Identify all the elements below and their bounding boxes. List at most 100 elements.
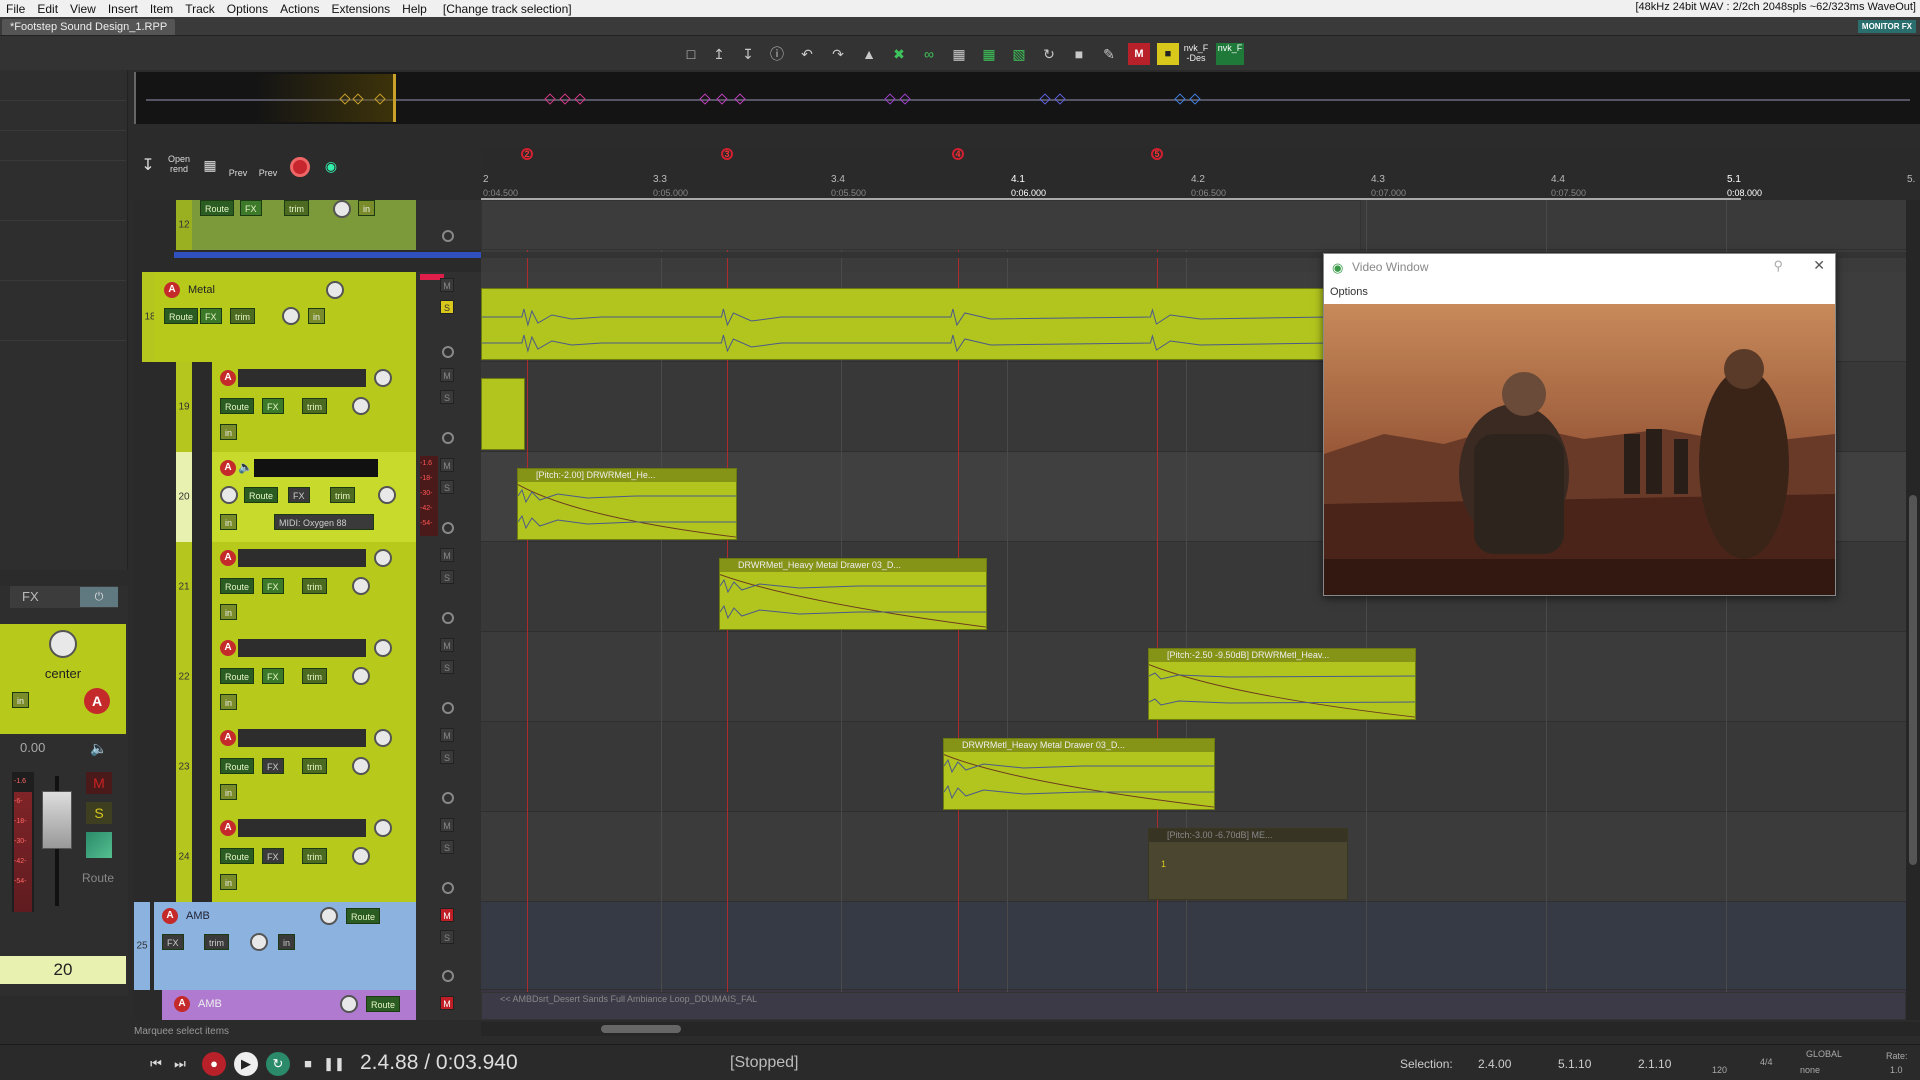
volume-knob[interactable] [374,819,392,837]
fx-button[interactable]: FX [262,398,284,414]
fx-button[interactable]: FX [262,668,284,684]
midi-input-select[interactable]: MIDI: Oxygen 88 [274,514,374,530]
item-grouping-icon[interactable]: ∞ [918,43,940,65]
play-icon[interactable]: ▶ [234,1052,258,1076]
mute-button[interactable]: M [440,908,454,922]
track21-item[interactable]: DRWRMetl_Heavy Metal Drawer 03_D... [719,558,987,630]
mute-button[interactable]: M [440,728,454,742]
menu-view[interactable]: View [64,2,102,16]
input-button[interactable]: in [12,692,30,708]
route-button[interactable]: Route [220,398,255,414]
open-project-icon[interactable]: ↥ [708,43,730,65]
envelope-icon[interactable]: ✎ [1098,43,1120,65]
render-queue-icon[interactable]: ◉ [320,154,342,180]
record-arm-button[interactable]: A [164,282,180,298]
track-name[interactable]: AMB [192,995,302,1013]
menu-file[interactable]: File [0,2,31,16]
track23-item[interactable]: DRWRMetl_Heavy Metal Drawer 03_D... [943,738,1215,810]
pin-icon[interactable]: ⚲ [1773,258,1783,274]
nvk-f-button[interactable]: nvk_F [1216,43,1244,65]
fx-button[interactable]: FX [262,578,284,594]
project-overview[interactable] [134,72,1920,124]
input-button[interactable]: in [220,694,238,710]
loop-points-icon[interactable]: ↻ [1038,43,1060,65]
pan-knob[interactable] [282,307,300,325]
track24-item-muted[interactable]: [Pitch:-3.00 -6.70dB] ME... 1 [1148,828,1348,900]
track-21[interactable]: 21 A Route FX trim in M S [134,542,481,632]
mute-button[interactable]: M [440,548,454,562]
metal-folder-item[interactable] [481,288,1331,360]
pan-knob[interactable] [378,486,396,504]
mute-button[interactable]: M [440,278,454,292]
open-render-button[interactable]: Open rend [164,154,194,180]
menu-actions[interactable]: Actions [274,2,325,16]
track-26-amb[interactable]: A AMB Route M [134,990,481,1020]
route-button[interactable]: Route [200,200,235,216]
amb-item[interactable]: << AMBDsrt_Desert Sands Full Ambiance Lo… [481,992,1906,1020]
video-options-menu[interactable]: Options [1330,286,1368,298]
mute-button[interactable]: M [440,996,454,1010]
lock-icon[interactable]: ■ [1068,43,1090,65]
volume-knob[interactable] [320,907,338,925]
script-button[interactable]: ■ [1157,43,1179,65]
record-arm-button[interactable]: A [220,640,236,656]
mute-button[interactable]: M [86,772,112,794]
preview-button-1[interactable]: Prev [226,154,250,180]
volume-knob[interactable] [340,995,358,1013]
redo-icon[interactable]: ↷ [827,43,849,65]
trim-button[interactable]: trim [302,758,327,774]
volume-knob[interactable] [374,549,392,567]
trim-button[interactable]: trim [302,578,327,594]
track-name[interactable] [238,729,366,747]
trim-button[interactable]: trim [330,487,355,503]
input-button[interactable]: in [220,424,238,440]
trim-button[interactable]: trim [284,200,309,216]
track20-item[interactable]: [Pitch:-2.00] DRWRMetl_He... [517,468,737,540]
routing-icon[interactable] [86,832,112,858]
solo-button[interactable]: S [440,660,454,674]
video-window[interactable]: ◉ Video Window ⚲ ✕ Options [1323,253,1836,596]
marker-4[interactable]: 4 [952,148,964,160]
menu-edit[interactable]: Edit [31,2,64,16]
input-button[interactable]: in [220,514,238,530]
track19-item[interactable] [481,378,525,450]
metronome-icon[interactable]: ▲ [858,43,880,65]
record-arm-button[interactable]: A [220,550,236,566]
route-button[interactable]: Route [220,848,255,864]
pan-knob[interactable] [352,397,370,415]
track-name[interactable] [238,819,366,837]
new-project-icon[interactable]: □ [680,43,702,65]
trim-button[interactable]: trim [302,848,327,864]
record-arm-button[interactable]: A [174,996,190,1012]
route-button[interactable]: Route [164,308,199,324]
mute-button[interactable]: M [440,818,454,832]
track-name[interactable] [238,639,366,657]
pan-knob[interactable] [352,847,370,865]
pause-icon[interactable]: ❚❚ [322,1052,346,1076]
volume-fader[interactable] [42,791,72,849]
horizontal-scrollbar[interactable] [481,1022,1920,1036]
record-arm-button[interactable]: A [220,370,236,386]
ripple-edit-icon[interactable]: ✖ [888,43,910,65]
track-25-amb[interactable]: 25 A AMB Route FX trim in M S [134,902,481,990]
render-settings-icon[interactable]: ▦ [200,154,220,180]
mute-button[interactable]: M [440,458,454,472]
menu-item[interactable]: Item [144,2,179,16]
track-12[interactable]: 12 Route FX trim in [134,200,481,250]
global-button[interactable]: GLOBAL [1806,1049,1842,1059]
track-name[interactable] [254,459,378,477]
pan-knob[interactable] [49,630,77,658]
track-22[interactable]: 22 A Route FX trim in M S [134,632,481,722]
time-signature[interactable]: 4/4 [1760,1057,1773,1067]
pan-knob[interactable] [352,757,370,775]
repeat-icon[interactable]: ↻ [266,1052,290,1076]
volume-knob[interactable] [326,281,344,299]
solo-button[interactable]: S [440,930,454,944]
go-to-end-icon[interactable]: ⏭ [168,1052,192,1076]
selection-end[interactable]: 5.1.10 [1558,1057,1591,1071]
audio-device-status[interactable]: [48kHz 24bit WAV : 2/2ch 2048spls ~62/32… [1635,1,1916,13]
menu-track[interactable]: Track [179,2,221,16]
timeline-ruler[interactable]: 2 3 4 5 2 0:04.500 3.3 0:05.000 3.4 0:05… [481,146,1920,200]
record-arm-button[interactable]: A [220,730,236,746]
solo-button[interactable]: S [440,840,454,854]
